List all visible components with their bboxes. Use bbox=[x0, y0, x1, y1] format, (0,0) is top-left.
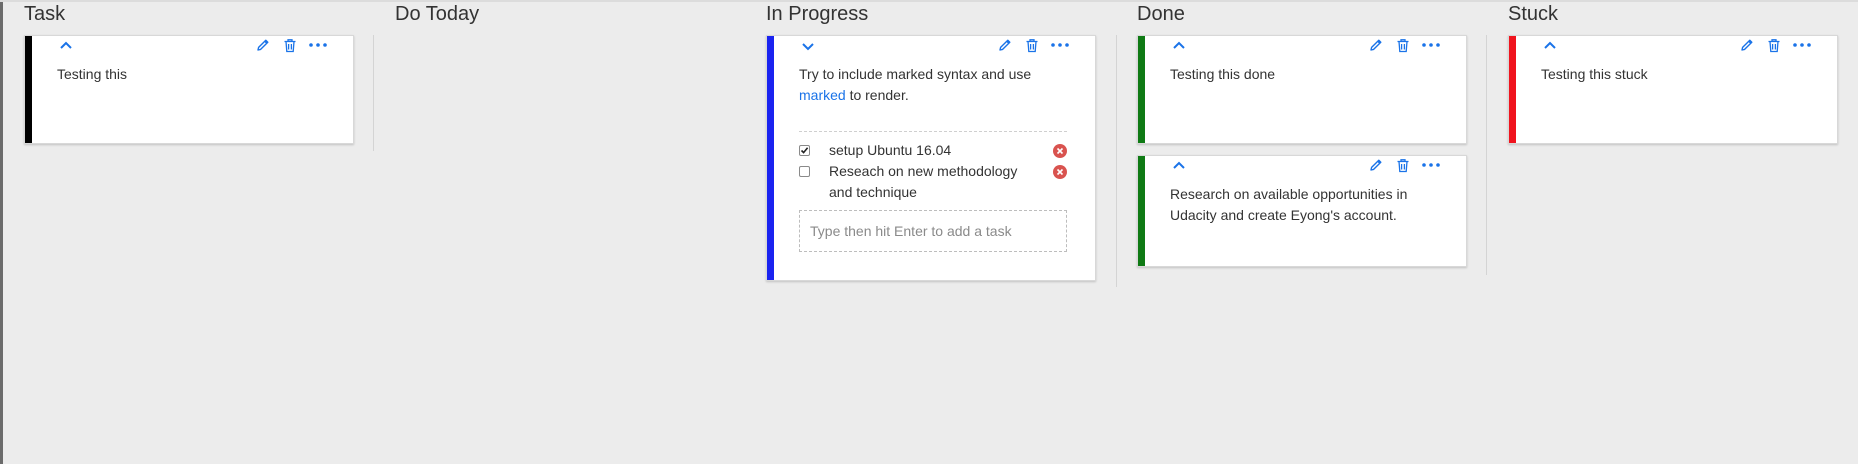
more-options-icon[interactable] bbox=[1050, 36, 1070, 54]
column-title: Do Today bbox=[395, 3, 480, 25]
more-options-icon[interactable] bbox=[1421, 36, 1441, 54]
column-title: In Progress bbox=[766, 3, 869, 25]
card-text: Research on available opportunities in U… bbox=[1170, 186, 1408, 223]
task-card[interactable]: Testing this bbox=[24, 35, 354, 144]
chevron-down-icon[interactable] bbox=[799, 38, 817, 56]
trash-icon[interactable] bbox=[281, 36, 299, 54]
edit-pencil-icon[interactable] bbox=[1367, 156, 1385, 174]
edit-pencil-icon[interactable] bbox=[1738, 36, 1756, 54]
column-divider bbox=[373, 35, 374, 151]
task-card[interactable]: Research on available opportunities in U… bbox=[1137, 155, 1467, 267]
card-text-part: Try to include marked syntax and use bbox=[799, 66, 1032, 82]
checklist: setup Ubuntu 16.04 Reseach on new method… bbox=[799, 131, 1067, 252]
card-color-stripe bbox=[1138, 156, 1145, 266]
card-text: Testing this bbox=[57, 66, 128, 82]
trash-icon[interactable] bbox=[1023, 36, 1041, 54]
more-options-icon[interactable] bbox=[308, 36, 328, 54]
trash-icon[interactable] bbox=[1394, 36, 1412, 54]
card-text: Testing this done bbox=[1170, 66, 1276, 82]
window-left-edge bbox=[0, 0, 3, 464]
trash-icon[interactable] bbox=[1394, 156, 1412, 174]
card-text: Try to include marked syntax and use mar… bbox=[799, 64, 1074, 106]
column-title: Done bbox=[1137, 3, 1185, 25]
checklist-checkbox[interactable] bbox=[799, 166, 810, 177]
task-card[interactable]: Testing this done bbox=[1137, 35, 1467, 144]
remove-item-icon[interactable] bbox=[1053, 144, 1067, 158]
remove-item-icon[interactable] bbox=[1053, 165, 1067, 179]
chevron-up-icon[interactable] bbox=[57, 36, 75, 54]
card-color-stripe bbox=[25, 36, 32, 143]
marked-link[interactable]: marked bbox=[799, 87, 846, 103]
card-color-stripe bbox=[1138, 36, 1145, 143]
more-options-icon[interactable] bbox=[1792, 36, 1812, 54]
edit-pencil-icon[interactable] bbox=[254, 36, 272, 54]
edit-pencil-icon[interactable] bbox=[996, 36, 1014, 54]
column-divider bbox=[1116, 35, 1117, 287]
trash-icon[interactable] bbox=[1765, 36, 1783, 54]
task-card[interactable]: Try to include marked syntax and use mar… bbox=[766, 35, 1096, 281]
card-text: Testing this stuck bbox=[1541, 66, 1648, 82]
edit-pencil-icon[interactable] bbox=[1367, 36, 1385, 54]
card-text-part: to render. bbox=[849, 87, 909, 103]
column-title: Stuck bbox=[1508, 3, 1559, 25]
column-title: Task bbox=[24, 3, 66, 25]
checklist-item-label: setup Ubuntu 16.04 bbox=[829, 142, 952, 158]
add-task-input[interactable] bbox=[799, 210, 1067, 252]
more-options-icon[interactable] bbox=[1421, 156, 1441, 174]
chevron-up-icon[interactable] bbox=[1170, 36, 1188, 54]
window-top-edge bbox=[0, 0, 1858, 2]
checklist-checkbox[interactable] bbox=[799, 145, 810, 156]
card-color-stripe bbox=[767, 36, 774, 280]
column-divider bbox=[1486, 35, 1487, 275]
card-color-stripe bbox=[1509, 36, 1516, 143]
chevron-up-icon[interactable] bbox=[1170, 156, 1188, 174]
checklist-item-label: Reseach on new methodology and technique bbox=[829, 163, 1018, 200]
task-card[interactable]: Testing this stuck bbox=[1508, 35, 1838, 144]
chevron-up-icon[interactable] bbox=[1541, 36, 1559, 54]
